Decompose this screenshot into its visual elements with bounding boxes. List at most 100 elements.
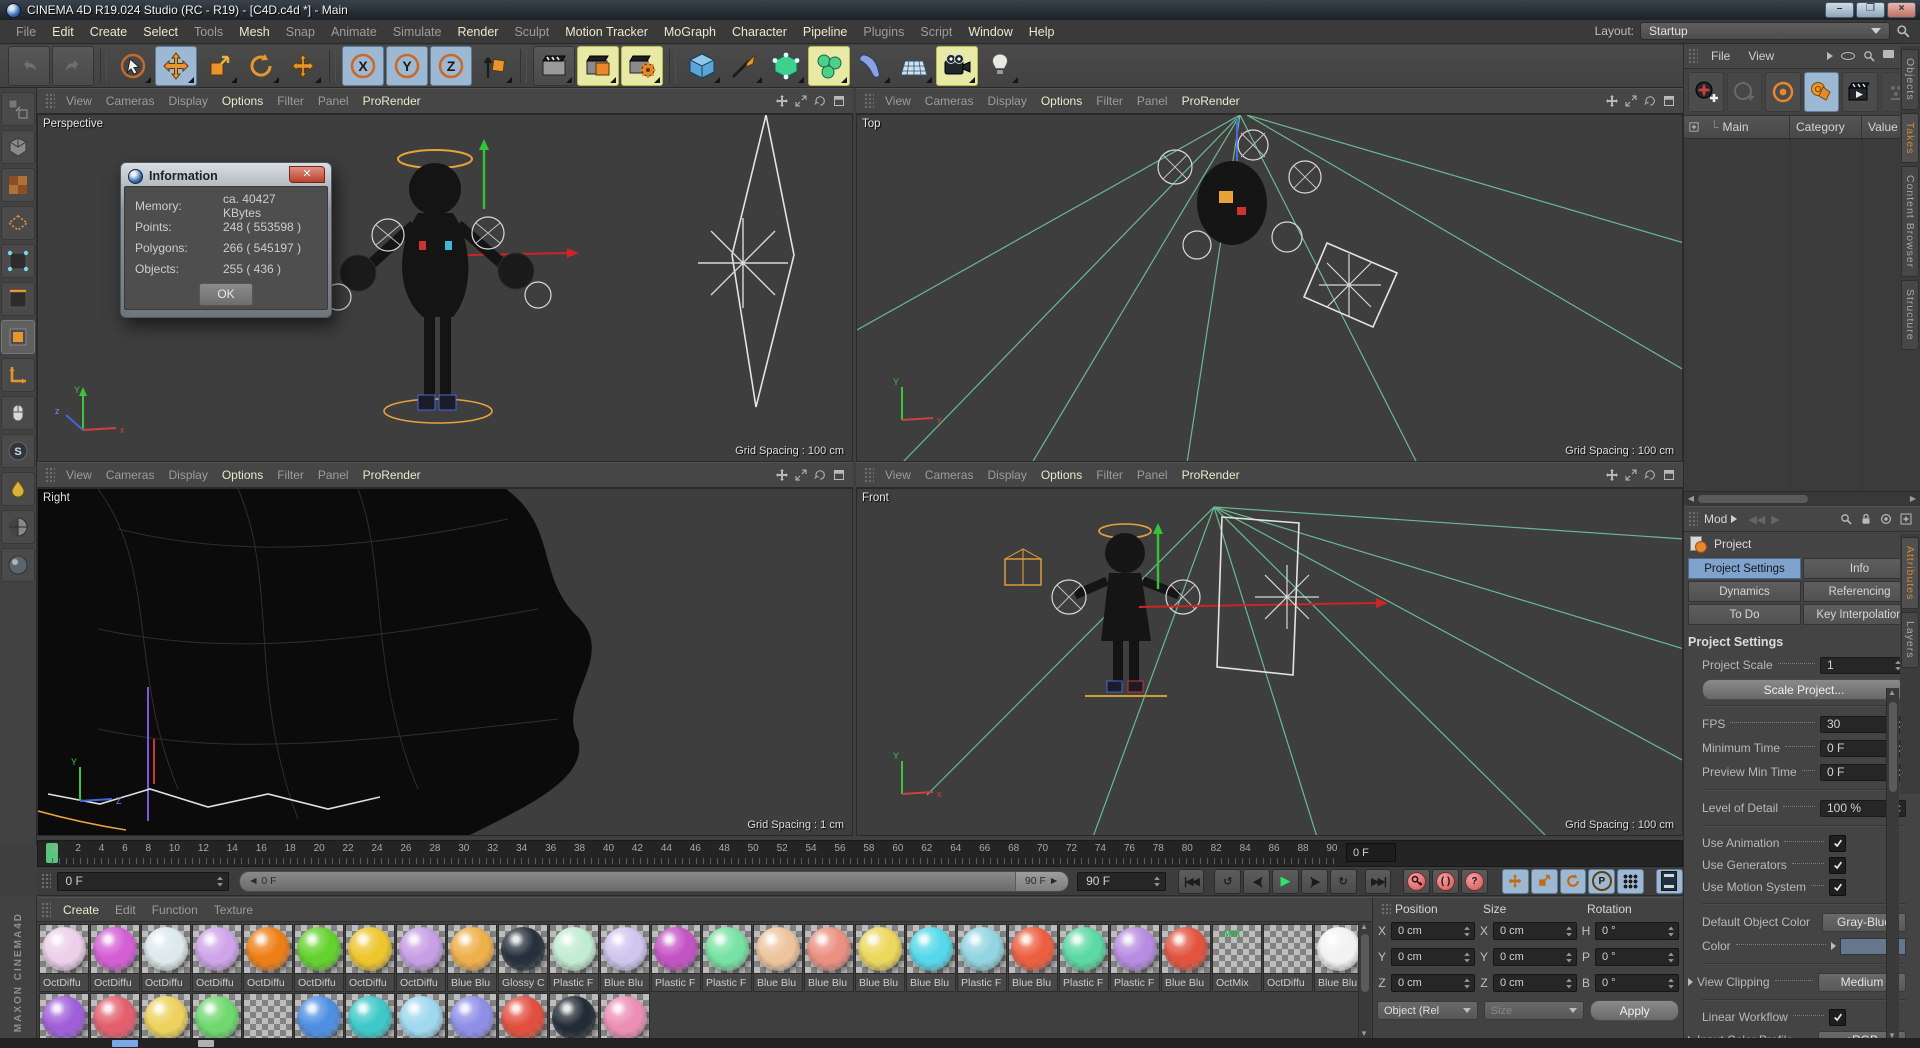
search-icon[interactable] [1840,513,1852,525]
orbit-view-icon[interactable] [814,95,826,107]
uv-checker-icon[interactable] [1,510,35,544]
viewport-menu-item[interactable]: Display [980,94,1033,108]
material-tile[interactable]: Plastic F [1059,924,1109,992]
camera-icon[interactable] [936,46,978,86]
auto-take-icon[interactable] [1726,72,1762,112]
material-tile[interactable] [294,993,344,1039]
maximize-button[interactable]: ❐ [1856,2,1885,18]
drag-handle-icon[interactable] [41,901,51,918]
history-forward-icon[interactable]: ▶ [1771,513,1779,526]
edges-mode-icon[interactable] [1,282,35,316]
dock-tab[interactable]: Layers [1901,612,1919,668]
drag-handle-icon[interactable] [45,93,55,109]
material-tile[interactable]: OctDiffu [141,924,191,992]
cube-primitive-icon[interactable] [682,47,722,85]
scale-project-button[interactable]: Scale Project... [1702,679,1906,700]
viewport-menu-item[interactable]: View [59,94,99,108]
axis-mode-icon[interactable] [1,358,35,392]
dialog-close-button[interactable]: ✕ [289,166,325,183]
menu-item[interactable]: Character [724,25,795,39]
viewport-menu-item[interactable]: Options [215,94,270,108]
floor-icon[interactable] [894,47,934,85]
dock-tab[interactable]: Objects [1901,49,1919,110]
coordinate-mode-dropdown[interactable]: Object (Rel [1377,1001,1478,1020]
menu-item[interactable]: Motion Tracker [557,25,656,39]
linear-workflow-checkbox[interactable] [1829,1008,1846,1026]
material-scrollbar[interactable]: ▲ ▼ [1358,922,1371,1038]
menu-item[interactable]: Sculpt [506,25,557,39]
menu-item[interactable]: Select [135,25,186,39]
close-button[interactable]: × [1887,2,1916,18]
rotation-key-button[interactable] [1559,868,1587,894]
menu-item[interactable]: Pipeline [795,25,855,39]
attribute-tab[interactable]: To Do [1688,604,1801,625]
use-generators-checkbox[interactable] [1829,856,1846,874]
zoom-view-icon[interactable] [795,95,807,107]
size-mode-dropdown[interactable]: Size [1483,1001,1585,1020]
maximize-view-icon[interactable] [833,95,845,107]
spinner-icon[interactable] [1667,977,1675,990]
flyout-arrow-icon[interactable] [1827,52,1833,60]
pan-view-icon[interactable] [776,469,788,481]
range-end-field[interactable]: 90 F [1077,871,1166,891]
layout-dropdown[interactable]: Startup [1640,22,1890,40]
spinner-icon[interactable] [1565,951,1573,964]
material-tile[interactable]: OctDiffu [90,924,140,992]
new-take-icon[interactable] [1688,72,1724,112]
drag-handle-icon[interactable] [1381,903,1391,915]
next-frame-button[interactable]: )▶ [1300,868,1328,894]
size-y-field[interactable]: 0 cm [1493,948,1577,966]
material-tile[interactable]: Blue Blu [1161,924,1211,992]
viewport-menu-item[interactable]: Cameras [918,94,981,108]
material-tile[interactable]: Blue Blu [1008,924,1058,992]
attribute-scrollbar[interactable]: ▲ ▼ [1886,688,1899,1040]
polygons-mode-icon[interactable] [1,320,35,354]
title-bar[interactable]: CINEMA 4D R19.024 Studio (RC - R19) - [C… [0,0,1920,20]
material-tile[interactable] [90,993,140,1039]
viewport-menu-item[interactable]: Panel [1130,468,1175,482]
viewport-menu-item[interactable]: Panel [311,94,356,108]
menu-item[interactable]: MoGraph [656,25,724,39]
viewport-menu-item[interactable]: Filter [270,94,311,108]
material-tile[interactable]: Glossy C [498,924,548,992]
undo-icon[interactable] [8,46,50,86]
menu-item[interactable]: Mesh [231,25,278,39]
mograph-icon[interactable] [808,46,850,86]
drag-handle-icon[interactable] [1688,511,1698,527]
move-tool-icon[interactable] [155,46,197,86]
orbit-view-icon[interactable] [1644,469,1656,481]
lock-icon[interactable] [1860,513,1872,525]
material-menu-item[interactable]: Function [144,903,206,917]
viewport-menu-item[interactable]: ProRender [356,468,428,482]
render-picture-viewer-icon[interactable] [577,46,619,86]
timeline-ruler[interactable]: 0 2 4 6 8 10 12 14 16 18 20 22 24 26 28 30 32 34 36 38 40 42 4… [37,840,1683,867]
take-tree-area[interactable] [1684,139,1920,491]
menu-item[interactable]: Snap [278,25,323,39]
dock-tab[interactable]: Attributes [1901,537,1919,610]
drag-handle-icon[interactable] [1688,48,1698,64]
play-button[interactable]: ▶ [1272,868,1299,894]
material-tile[interactable] [549,993,599,1039]
scroll-right-icon[interactable]: ▶ [1906,493,1920,505]
position-key-button[interactable] [1501,868,1529,894]
spinner-icon[interactable] [1667,925,1675,938]
use-motion-system-checkbox[interactable] [1829,878,1846,896]
apply-button[interactable]: Apply [1590,1000,1680,1021]
viewport-menu-item[interactable]: Options [1034,94,1089,108]
previous-frame-button[interactable]: ◀( [1243,868,1271,894]
viewport-menu-item[interactable]: Display [161,94,214,108]
minimize-button[interactable]: – [1825,2,1854,18]
snap-mouse-icon[interactable] [1,396,35,430]
paint-icon[interactable] [1,472,35,506]
material-tile[interactable] [447,993,497,1039]
material-tile[interactable]: OctDiffu [345,924,395,992]
menu-item[interactable]: Edit [44,25,82,39]
menu-item[interactable]: Simulate [385,25,450,39]
viewport-menu-item[interactable]: Cameras [918,468,981,482]
position-x-field[interactable]: 0 cm [1391,922,1475,940]
render-marked-takes-icon[interactable] [1842,72,1878,112]
drag-handle-icon[interactable] [45,467,55,483]
pan-view-icon[interactable] [1606,469,1618,481]
viewport-menu-item[interactable]: View [59,468,99,482]
view-clipping-expander-icon[interactable] [1688,978,1693,986]
